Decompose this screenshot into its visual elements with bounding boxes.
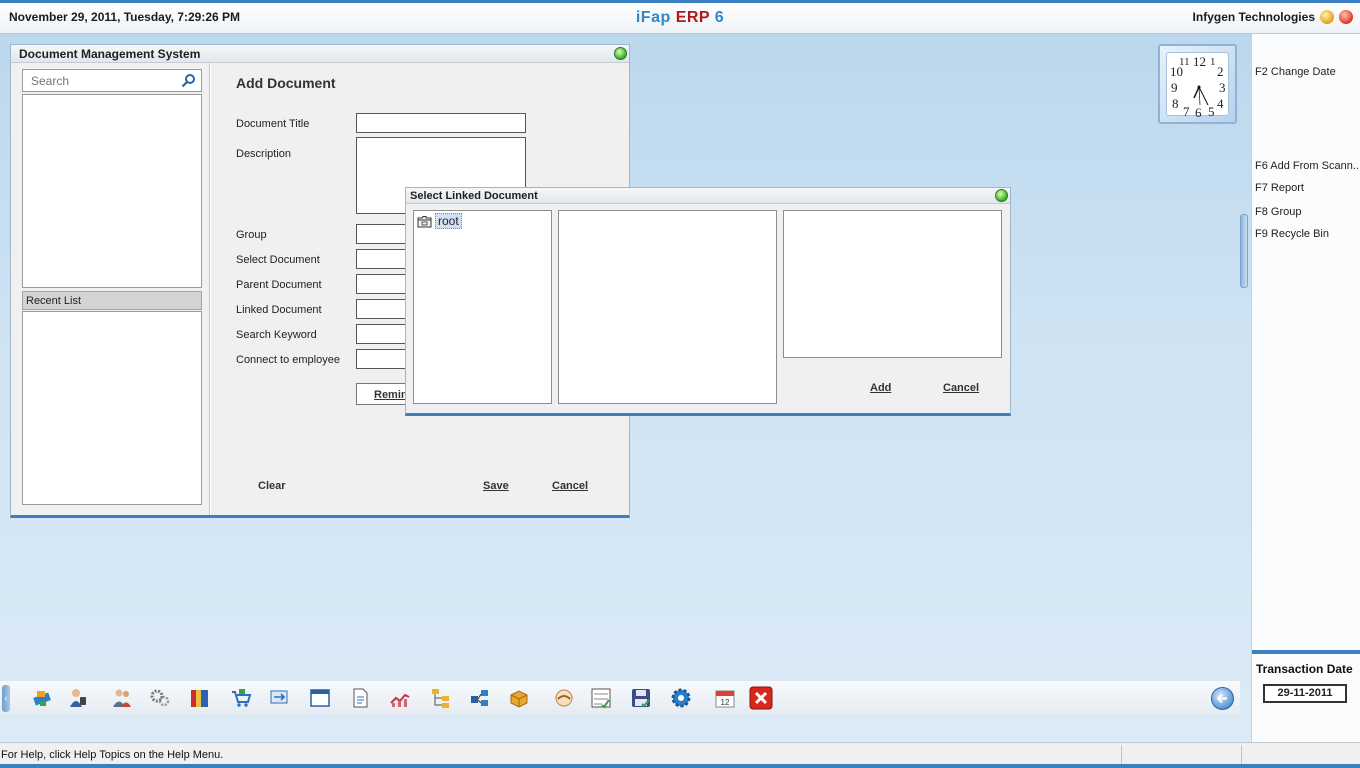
status-cell bbox=[1121, 745, 1122, 764]
folder-tree-pane[interactable]: root bbox=[413, 210, 552, 404]
svg-text:12: 12 bbox=[721, 698, 730, 707]
linked-dialog-title-bar: Select Linked Document bbox=[406, 188, 1010, 204]
top-bar: November 29, 2011, Tuesday, 7:29:26 PM i… bbox=[0, 0, 1360, 34]
company-name: Infygen Technologies bbox=[1192, 10, 1315, 24]
save-button[interactable]: Save bbox=[483, 480, 509, 492]
parent-document-label: Parent Document bbox=[236, 279, 322, 291]
group-label: Group bbox=[236, 229, 267, 241]
checklist-icon[interactable] bbox=[589, 686, 613, 710]
scroll-left-icon[interactable]: ‹ bbox=[2, 685, 10, 712]
document-title-field[interactable] bbox=[356, 113, 526, 133]
window-icon[interactable] bbox=[308, 686, 332, 710]
people-icon[interactable] bbox=[110, 686, 134, 710]
clock-hands bbox=[1193, 85, 1209, 106]
recent-list[interactable] bbox=[22, 311, 202, 505]
document-list[interactable] bbox=[22, 94, 202, 288]
document-icon[interactable] bbox=[348, 686, 372, 710]
dms-title-bar: Document Management System bbox=[11, 45, 629, 63]
folder-icon bbox=[417, 215, 432, 227]
flow-icon[interactable] bbox=[468, 686, 492, 710]
status-bar: For Help, click Help Topics on the Help … bbox=[0, 742, 1360, 768]
chart-icon[interactable] bbox=[388, 686, 412, 710]
books-icon[interactable] bbox=[188, 686, 212, 710]
analog-clock: 12 1 2 3 4 5 6 7 8 9 10 11 bbox=[1158, 44, 1237, 124]
search-icon[interactable] bbox=[181, 73, 196, 88]
status-help-text: For Help, click Help Topics on the Help … bbox=[1, 749, 224, 761]
network-icon[interactable] bbox=[30, 686, 54, 710]
tree-node-root[interactable]: root bbox=[417, 213, 462, 229]
search-box bbox=[22, 69, 202, 92]
select-linked-document-dialog: Select Linked Document root Add Cancel bbox=[405, 187, 1011, 416]
dms-window-button[interactable] bbox=[614, 47, 627, 60]
status-bottom-line bbox=[0, 764, 1360, 768]
calendar-icon[interactable]: 12 bbox=[713, 686, 737, 710]
save-icon[interactable] bbox=[629, 686, 653, 710]
user-phone-icon[interactable] bbox=[66, 686, 90, 710]
close-app-button[interactable] bbox=[1339, 10, 1353, 24]
app-title-version: 6 bbox=[714, 9, 725, 26]
handshake-icon[interactable] bbox=[552, 686, 576, 710]
description-label: Description bbox=[236, 148, 292, 160]
exit-icon[interactable] bbox=[749, 686, 773, 710]
f9-recycle-bin[interactable]: F9 Recycle Bin bbox=[1255, 228, 1359, 240]
add-button[interactable]: Add bbox=[870, 382, 891, 394]
f8-group[interactable]: F8 Group bbox=[1255, 206, 1359, 218]
document-title-label: Document Title bbox=[236, 118, 310, 130]
recent-list-header: Recent List bbox=[22, 291, 202, 310]
form-heading: Add Document bbox=[236, 75, 336, 91]
f7-report[interactable]: F7 Report bbox=[1255, 182, 1359, 194]
back-icon[interactable] bbox=[1211, 687, 1234, 710]
hierarchy-icon[interactable] bbox=[429, 686, 453, 710]
quick-launch-bar: ‹ 12 bbox=[0, 680, 1240, 715]
function-key-panel: F2 Change Date F6 Add From Scann... F7 R… bbox=[1251, 34, 1360, 742]
linked-dialog-title: Select Linked Document bbox=[410, 190, 538, 202]
gears-icon[interactable] bbox=[148, 686, 172, 710]
f2-change-date[interactable]: F2 Change Date bbox=[1255, 66, 1359, 78]
tree-node-label: root bbox=[435, 213, 462, 229]
app-title: iFap ERP 6 bbox=[0, 9, 1360, 27]
side-panel-handle[interactable] bbox=[1240, 214, 1248, 288]
cancel-button[interactable]: Cancel bbox=[552, 480, 588, 492]
status-cell bbox=[1241, 745, 1242, 764]
linked-document-label: Linked Document bbox=[236, 304, 322, 316]
divider bbox=[1252, 650, 1360, 654]
clock-face: 12 1 2 3 4 5 6 7 8 9 10 11 bbox=[1166, 52, 1229, 120]
dms-left-pane: Recent List bbox=[11, 63, 210, 515]
document-list-pane[interactable] bbox=[558, 210, 777, 404]
search-input[interactable] bbox=[23, 70, 178, 91]
settings-icon[interactable] bbox=[669, 686, 693, 710]
dms-title: Document Management System bbox=[19, 47, 201, 61]
linked-dialog-window-button[interactable] bbox=[995, 189, 1008, 202]
dialog-cancel-button[interactable]: Cancel bbox=[943, 382, 979, 394]
search-keyword-label: Search Keyword bbox=[236, 329, 317, 341]
cart-icon[interactable] bbox=[229, 686, 253, 710]
f6-add-from-scanner[interactable]: F6 Add From Scann... bbox=[1255, 160, 1359, 172]
package-icon[interactable] bbox=[507, 686, 531, 710]
app-title-ifap: iFap bbox=[635, 9, 671, 26]
minimize-button[interactable] bbox=[1320, 10, 1334, 24]
connect-employee-label: Connect to employee bbox=[236, 354, 340, 366]
app-title-erp: ERP bbox=[675, 9, 710, 26]
transfer-icon[interactable] bbox=[267, 686, 291, 710]
transaction-date-label: Transaction Date bbox=[1256, 662, 1353, 676]
transaction-date-value[interactable]: 29-11-2011 bbox=[1263, 684, 1347, 703]
select-document-label: Select Document bbox=[236, 254, 320, 266]
clear-button[interactable]: Clear bbox=[258, 480, 286, 492]
selected-document-pane[interactable] bbox=[783, 210, 1002, 358]
